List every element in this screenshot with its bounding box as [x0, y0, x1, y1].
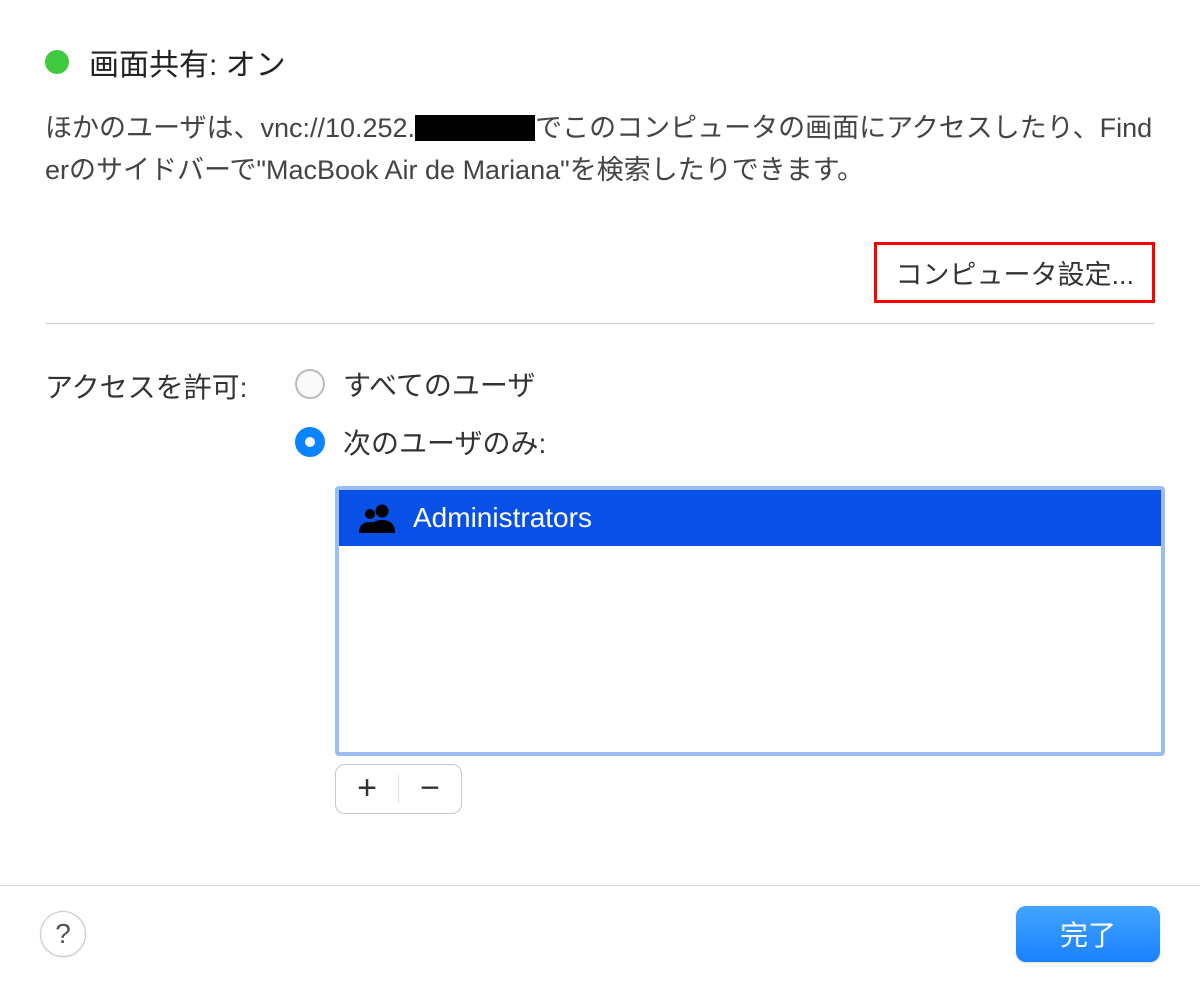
radio-icon[interactable]: [295, 369, 325, 399]
list-item[interactable]: Administrators: [339, 490, 1161, 546]
remove-user-button[interactable]: −: [399, 765, 461, 813]
access-radio-group: すべてのユーザ 次のユーザのみ:: [295, 364, 1155, 462]
user-list[interactable]: Administrators: [335, 486, 1165, 756]
done-button[interactable]: 完了: [1016, 906, 1160, 962]
divider: [45, 323, 1155, 324]
add-user-button[interactable]: +: [336, 765, 398, 813]
access-label: アクセスを許可:: [45, 364, 275, 462]
radio-all-users[interactable]: すべてのユーザ: [295, 364, 1155, 404]
description-prefix: ほかのユーザは、vnc://10.252.: [45, 113, 415, 143]
radio-only-users[interactable]: 次のユーザのみ:: [295, 422, 1155, 462]
users-group-icon: [359, 503, 395, 533]
radio-only-users-label: 次のユーザのみ:: [343, 422, 546, 462]
access-description: ほかのユーザは、vnc://10.252.でこのコンピュータの画面にアクセスした…: [45, 108, 1155, 192]
radio-all-users-label: すべてのユーザ: [343, 364, 535, 404]
status-indicator-icon: [45, 50, 69, 74]
footer: ? 完了: [0, 885, 1200, 962]
add-remove-control: + −: [335, 764, 462, 814]
computer-settings-button[interactable]: コンピュータ設定...: [874, 242, 1155, 303]
redacted-ip-icon: [415, 115, 535, 141]
radio-icon[interactable]: [295, 427, 325, 457]
user-name: Administrators: [413, 502, 592, 534]
status-header: 画面共有: オン: [45, 40, 1155, 84]
help-button[interactable]: ?: [40, 911, 86, 957]
panel-title: 画面共有: オン: [89, 40, 286, 84]
